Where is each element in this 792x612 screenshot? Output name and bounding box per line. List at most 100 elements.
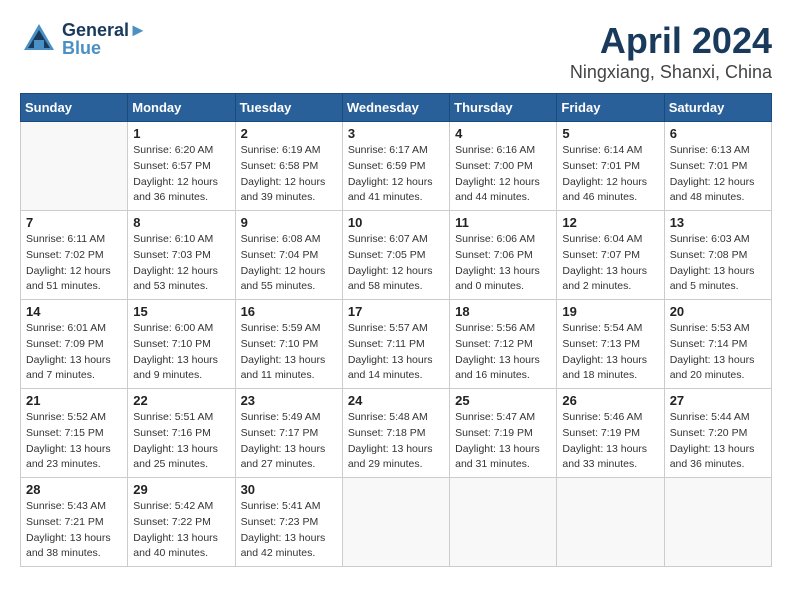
table-row <box>450 478 557 567</box>
table-row: 3Sunrise: 6:17 AM Sunset: 6:59 PM Daylig… <box>342 122 449 211</box>
calendar-row: 21 Sunrise: 5:52 AM Sunset: 7:15 PM Dayli… <box>21 389 772 478</box>
table-row: 29 Sunrise: 5:42 AM Sunset: 7:22 PM Dayli… <box>128 478 235 567</box>
table-row: 26 Sunrise: 5:46 AM Sunset: 7:19 PM Dayli… <box>557 389 664 478</box>
table-row: 21 Sunrise: 5:52 AM Sunset: 7:15 PM Dayli… <box>21 389 128 478</box>
table-row: 14 Sunrise: 6:01 AM Sunset: 7:09 PM Dayli… <box>21 300 128 389</box>
day-number: 12 <box>562 215 658 230</box>
table-row: 20 Sunrise: 5:53 AM Sunset: 7:14 PM Dayli… <box>664 300 771 389</box>
table-row: 9 Sunrise: 6:08 AM Sunset: 7:04 PM Daylig… <box>235 211 342 300</box>
day-number: 19 <box>562 304 658 319</box>
table-row: 12 Sunrise: 6:04 AM Sunset: 7:07 PM Dayli… <box>557 211 664 300</box>
day-number: 1 <box>133 126 229 141</box>
day-number: 9 <box>241 215 337 230</box>
table-row: 13 Sunrise: 6:03 AM Sunset: 7:08 PM Dayli… <box>664 211 771 300</box>
day-info: Sunrise: 5:51 AM Sunset: 7:16 PM Dayligh… <box>133 410 229 473</box>
day-info: Sunrise: 5:56 AM Sunset: 7:12 PM Dayligh… <box>455 321 551 384</box>
day-number: 29 <box>133 482 229 497</box>
location-title: Ningxiang, Shanxi, China <box>570 62 772 83</box>
table-row <box>664 478 771 567</box>
day-number: 30 <box>241 482 337 497</box>
day-number: 13 <box>670 215 766 230</box>
table-row: 27 Sunrise: 5:44 AM Sunset: 7:20 PM Dayli… <box>664 389 771 478</box>
table-row <box>557 478 664 567</box>
day-info: Sunrise: 5:49 AM Sunset: 7:17 PM Dayligh… <box>241 410 337 473</box>
day-number: 28 <box>26 482 122 497</box>
day-number: 20 <box>670 304 766 319</box>
day-number: 7 <box>26 215 122 230</box>
table-row: 4 Sunrise: 6:16 AM Sunset: 7:00 PM Daylig… <box>450 122 557 211</box>
page-header: General► Blue April 2024 Ningxiang, Shan… <box>20 20 772 83</box>
table-row: 24 Sunrise: 5:48 AM Sunset: 7:18 PM Dayli… <box>342 389 449 478</box>
table-row <box>342 478 449 567</box>
day-number: 4 <box>455 126 551 141</box>
table-row: 16 Sunrise: 5:59 AM Sunset: 7:10 PM Dayli… <box>235 300 342 389</box>
day-number: 8 <box>133 215 229 230</box>
day-info: Sunrise: 5:42 AM Sunset: 7:22 PM Dayligh… <box>133 499 229 562</box>
header-monday: Monday <box>128 94 235 122</box>
day-number: 27 <box>670 393 766 408</box>
day-info: Sunrise: 6:14 AM Sunset: 7:01 PM Dayligh… <box>562 143 658 206</box>
table-row: 22 Sunrise: 5:51 AM Sunset: 7:16 PM Dayli… <box>128 389 235 478</box>
header-saturday: Saturday <box>664 94 771 122</box>
day-number: 17 <box>348 304 444 319</box>
calendar-row: 28Sunrise: 5:43 AM Sunset: 7:21 PM Dayli… <box>21 478 772 567</box>
day-info: Sunrise: 6:07 AM Sunset: 7:05 PM Dayligh… <box>348 232 444 295</box>
day-info: Sunrise: 5:41 AM Sunset: 7:23 PM Dayligh… <box>241 499 337 562</box>
day-info: Sunrise: 6:20 AM Sunset: 6:57 PM Dayligh… <box>133 143 229 206</box>
table-row: 17 Sunrise: 5:57 AM Sunset: 7:11 PM Dayli… <box>342 300 449 389</box>
day-info: Sunrise: 5:47 AM Sunset: 7:19 PM Dayligh… <box>455 410 551 473</box>
day-number: 15 <box>133 304 229 319</box>
calendar-table: Sunday Monday Tuesday Wednesday Thursday… <box>20 93 772 567</box>
calendar-row: 7Sunrise: 6:11 AM Sunset: 7:02 PM Daylig… <box>21 211 772 300</box>
month-title: April 2024 <box>570 20 772 62</box>
table-row: 6Sunrise: 6:13 AM Sunset: 7:01 PM Daylig… <box>664 122 771 211</box>
day-number: 16 <box>241 304 337 319</box>
table-row: 1 Sunrise: 6:20 AM Sunset: 6:57 PM Daylig… <box>128 122 235 211</box>
day-number: 26 <box>562 393 658 408</box>
day-info: Sunrise: 6:03 AM Sunset: 7:08 PM Dayligh… <box>670 232 766 295</box>
day-info: Sunrise: 5:48 AM Sunset: 7:18 PM Dayligh… <box>348 410 444 473</box>
day-info: Sunrise: 5:53 AM Sunset: 7:14 PM Dayligh… <box>670 321 766 384</box>
day-number: 24 <box>348 393 444 408</box>
day-info: Sunrise: 5:44 AM Sunset: 7:20 PM Dayligh… <box>670 410 766 473</box>
header-friday: Friday <box>557 94 664 122</box>
header-wednesday: Wednesday <box>342 94 449 122</box>
day-info: Sunrise: 6:16 AM Sunset: 7:00 PM Dayligh… <box>455 143 551 206</box>
day-number: 11 <box>455 215 551 230</box>
table-row: 30 Sunrise: 5:41 AM Sunset: 7:23 PM Dayli… <box>235 478 342 567</box>
header-sunday: Sunday <box>21 94 128 122</box>
logo-icon <box>20 20 58 58</box>
day-info: Sunrise: 5:57 AM Sunset: 7:11 PM Dayligh… <box>348 321 444 384</box>
title-section: April 2024 Ningxiang, Shanxi, China <box>570 20 772 83</box>
day-info: Sunrise: 6:08 AM Sunset: 7:04 PM Dayligh… <box>241 232 337 295</box>
table-row: 28Sunrise: 5:43 AM Sunset: 7:21 PM Dayli… <box>21 478 128 567</box>
table-row: 7Sunrise: 6:11 AM Sunset: 7:02 PM Daylig… <box>21 211 128 300</box>
day-info: Sunrise: 5:52 AM Sunset: 7:15 PM Dayligh… <box>26 410 122 473</box>
day-info: Sunrise: 6:01 AM Sunset: 7:09 PM Dayligh… <box>26 321 122 384</box>
day-info: Sunrise: 5:46 AM Sunset: 7:19 PM Dayligh… <box>562 410 658 473</box>
day-number: 25 <box>455 393 551 408</box>
day-number: 14 <box>26 304 122 319</box>
weekday-header-row: Sunday Monday Tuesday Wednesday Thursday… <box>21 94 772 122</box>
table-row: 15 Sunrise: 6:00 AM Sunset: 7:10 PM Dayli… <box>128 300 235 389</box>
day-number: 21 <box>26 393 122 408</box>
day-info: Sunrise: 6:00 AM Sunset: 7:10 PM Dayligh… <box>133 321 229 384</box>
day-number: 22 <box>133 393 229 408</box>
table-row: 5Sunrise: 6:14 AM Sunset: 7:01 PM Daylig… <box>557 122 664 211</box>
table-row: 25 Sunrise: 5:47 AM Sunset: 7:19 PM Dayli… <box>450 389 557 478</box>
day-number: 10 <box>348 215 444 230</box>
table-row: 18 Sunrise: 5:56 AM Sunset: 7:12 PM Dayli… <box>450 300 557 389</box>
day-number: 18 <box>455 304 551 319</box>
table-row: 19Sunrise: 5:54 AM Sunset: 7:13 PM Dayli… <box>557 300 664 389</box>
header-thursday: Thursday <box>450 94 557 122</box>
calendar-row: 14 Sunrise: 6:01 AM Sunset: 7:09 PM Dayli… <box>21 300 772 389</box>
table-row: 11Sunrise: 6:06 AM Sunset: 7:06 PM Dayli… <box>450 211 557 300</box>
day-number: 3 <box>348 126 444 141</box>
table-row: 2Sunrise: 6:19 AM Sunset: 6:58 PM Daylig… <box>235 122 342 211</box>
day-info: Sunrise: 6:19 AM Sunset: 6:58 PM Dayligh… <box>241 143 337 206</box>
table-row: 10 Sunrise: 6:07 AM Sunset: 7:05 PM Dayli… <box>342 211 449 300</box>
day-info: Sunrise: 6:04 AM Sunset: 7:07 PM Dayligh… <box>562 232 658 295</box>
table-row: 8Sunrise: 6:10 AM Sunset: 7:03 PM Daylig… <box>128 211 235 300</box>
calendar-row: 1 Sunrise: 6:20 AM Sunset: 6:57 PM Daylig… <box>21 122 772 211</box>
day-info: Sunrise: 5:59 AM Sunset: 7:10 PM Dayligh… <box>241 321 337 384</box>
